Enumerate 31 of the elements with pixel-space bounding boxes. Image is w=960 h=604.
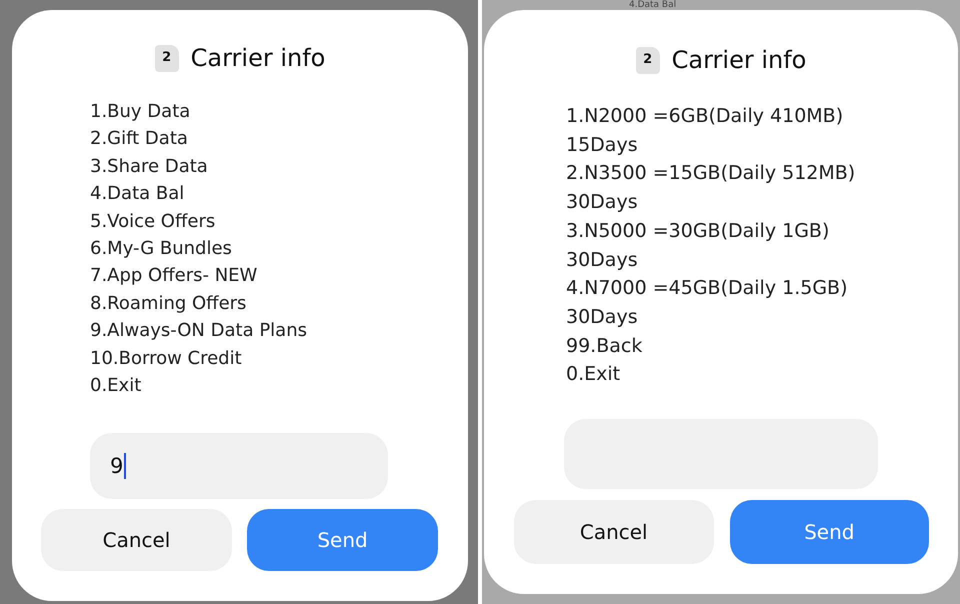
message-line: 30Days <box>566 190 639 216</box>
message-line: 8.Roaming Offers <box>90 292 248 316</box>
dialog-title: Carrier info <box>190 43 326 74</box>
message-line: 99.Back <box>566 334 644 359</box>
dialog-title: Carrier info <box>672 45 806 76</box>
message-line: 3.Share Data <box>90 154 209 179</box>
send-button[interactable]: Send <box>247 509 438 572</box>
message-line: 15Days <box>566 132 639 158</box>
message-line: 1.N2000 =6GB(Daily 410MB) <box>566 104 844 129</box>
input-field[interactable]: 9 <box>90 433 388 500</box>
message-line: 30Days <box>566 304 639 330</box>
message-line: 2.N3500 =15GB(Daily 512MB) <box>566 161 856 186</box>
message-line: 6.My-G Bundles <box>90 237 233 262</box>
message-line: 3.N5000 =30GB(Daily 1GB) <box>566 218 830 244</box>
message-line: 30Days <box>566 248 639 273</box>
send-button[interactable]: Send <box>730 500 929 564</box>
cancel-button[interactable]: Cancel <box>514 500 714 564</box>
cancel-button[interactable]: Cancel <box>41 509 232 572</box>
message-line: 0.Exit <box>566 362 622 388</box>
sim-badge: 2 <box>636 46 660 74</box>
message-line: 0.Exit <box>90 374 142 398</box>
message-line: 1.Buy Data <box>90 100 192 124</box>
message-line: 4.Data Bal <box>90 182 186 206</box>
message-line: 7.App Offers- NEW <box>90 264 258 288</box>
sim-badge: 2 <box>154 44 179 72</box>
message-line: 4.N7000 =45GB(Daily 1.5GB) <box>566 276 849 302</box>
message-line: 9.Always-ON Data Plans <box>90 319 308 344</box>
message-line: 5.Voice Offers <box>90 210 216 234</box>
message-line: 2.Gift Data <box>90 127 189 152</box>
background-text: 4.Data Bal <box>629 0 676 10</box>
message-line: 10.Borrow Credit <box>90 346 243 371</box>
